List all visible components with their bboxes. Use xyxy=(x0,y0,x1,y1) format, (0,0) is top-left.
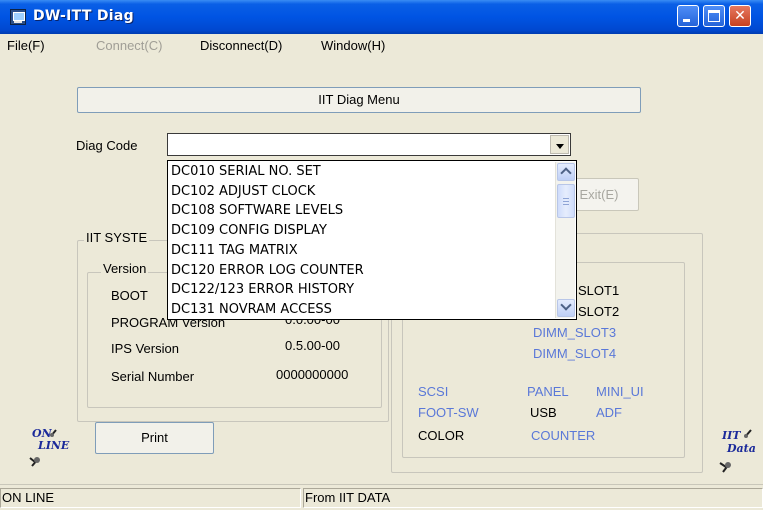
color-label: COLOR xyxy=(418,428,465,443)
slot2-label: SLOT2 xyxy=(578,304,620,319)
counter-label: COUNTER xyxy=(531,428,596,443)
dropdown-arrow-icon xyxy=(556,144,564,149)
menu-file[interactable]: File(F) xyxy=(7,38,45,53)
iit-system-legend: IIT SYSTE xyxy=(84,230,150,245)
status-bar: ON LINE From IIT DATA xyxy=(0,484,763,510)
scroll-up-button[interactable] xyxy=(557,163,575,181)
list-item[interactable]: DC111 TAG MATRIX xyxy=(169,241,553,261)
maximize-icon xyxy=(708,10,720,22)
scroll-thumb[interactable] xyxy=(557,184,575,218)
title-bar[interactable]: DW-ITT Diag ✕ xyxy=(0,0,763,34)
menu-disconnect[interactable]: Disconnect(D) xyxy=(200,38,282,53)
diag-code-label: Diag Code xyxy=(76,138,138,153)
usb-label: USB xyxy=(530,405,557,420)
serial-number-label: Serial Number xyxy=(111,369,195,384)
minimize-button[interactable] xyxy=(677,5,699,27)
iit-diag-menu-button[interactable]: IIT Diag Menu xyxy=(77,87,641,113)
serial-number-value: 0000000000 xyxy=(276,367,349,382)
dropdown-scrollbar[interactable] xyxy=(555,162,575,318)
close-button[interactable]: ✕ xyxy=(729,5,751,27)
version-legend: Version xyxy=(101,261,149,276)
menu-connect[interactable]: Connect(C) xyxy=(96,38,162,53)
scroll-down-button[interactable] xyxy=(557,299,575,317)
online-badge[interactable]: ON LINE xyxy=(26,426,69,468)
diag-code-combobox[interactable] xyxy=(167,133,571,156)
list-item[interactable]: DC120 ERROR LOG COUNTER xyxy=(169,261,553,281)
minimize-icon xyxy=(683,19,690,22)
close-icon: ✕ xyxy=(734,8,746,24)
connector-plug-icon xyxy=(719,429,752,473)
connector-plug-icon xyxy=(29,429,57,467)
dimm-slot4-label: DIMM_SLOT4 xyxy=(533,346,617,361)
foot-sw-label: FOOT-SW xyxy=(418,405,479,420)
status-connection: ON LINE xyxy=(0,488,301,508)
print-button[interactable]: Print xyxy=(95,422,214,454)
menu-bar: File(F) Connect(C) Disconnect(D) Window(… xyxy=(0,34,763,58)
scsi-label: SCSI xyxy=(418,384,449,399)
list-item[interactable]: DC010 SERIAL NO. SET xyxy=(169,162,553,182)
chevron-up-icon xyxy=(560,167,572,179)
ips-version-label: IPS Version xyxy=(111,341,179,356)
list-item[interactable]: DC122/123 ERROR HISTORY xyxy=(169,280,553,300)
ips-version-value: 0.5.00-00 xyxy=(285,338,340,353)
menu-window[interactable]: Window(H) xyxy=(321,38,385,53)
iit-data-badge[interactable]: IIT Data xyxy=(715,426,757,476)
mini-ui-label: MINI_UI xyxy=(596,384,644,399)
diag-code-dropdown-list[interactable]: DC010 SERIAL NO. SET DC102 ADJUST CLOCK … xyxy=(167,160,577,320)
maximize-button[interactable] xyxy=(703,5,725,27)
dropdown-button[interactable] xyxy=(550,135,569,154)
chevron-down-icon xyxy=(560,299,572,311)
slot1-label: SLOT1 xyxy=(578,283,620,298)
adf-label: ADF xyxy=(596,405,622,420)
list-item[interactable]: DC108 SOFTWARE LEVELS xyxy=(169,201,553,221)
app-icon[interactable] xyxy=(10,9,26,25)
list-item[interactable]: DC102 ADJUST CLOCK xyxy=(169,182,553,202)
grip-line xyxy=(563,201,569,202)
list-item[interactable]: DC131 NOVRAM ACCESS xyxy=(169,300,553,320)
panel-label: PANEL xyxy=(527,384,569,399)
boot-label: BOOT xyxy=(111,288,148,303)
dimm-slot3-label: DIMM_SLOT3 xyxy=(533,325,617,340)
status-source: From IIT DATA xyxy=(303,488,763,508)
list-item[interactable]: DC109 CONFIG DISPLAY xyxy=(169,221,553,241)
grip-line xyxy=(563,204,569,205)
window-title: DW-ITT Diag xyxy=(33,8,134,24)
grip-line xyxy=(563,198,569,199)
